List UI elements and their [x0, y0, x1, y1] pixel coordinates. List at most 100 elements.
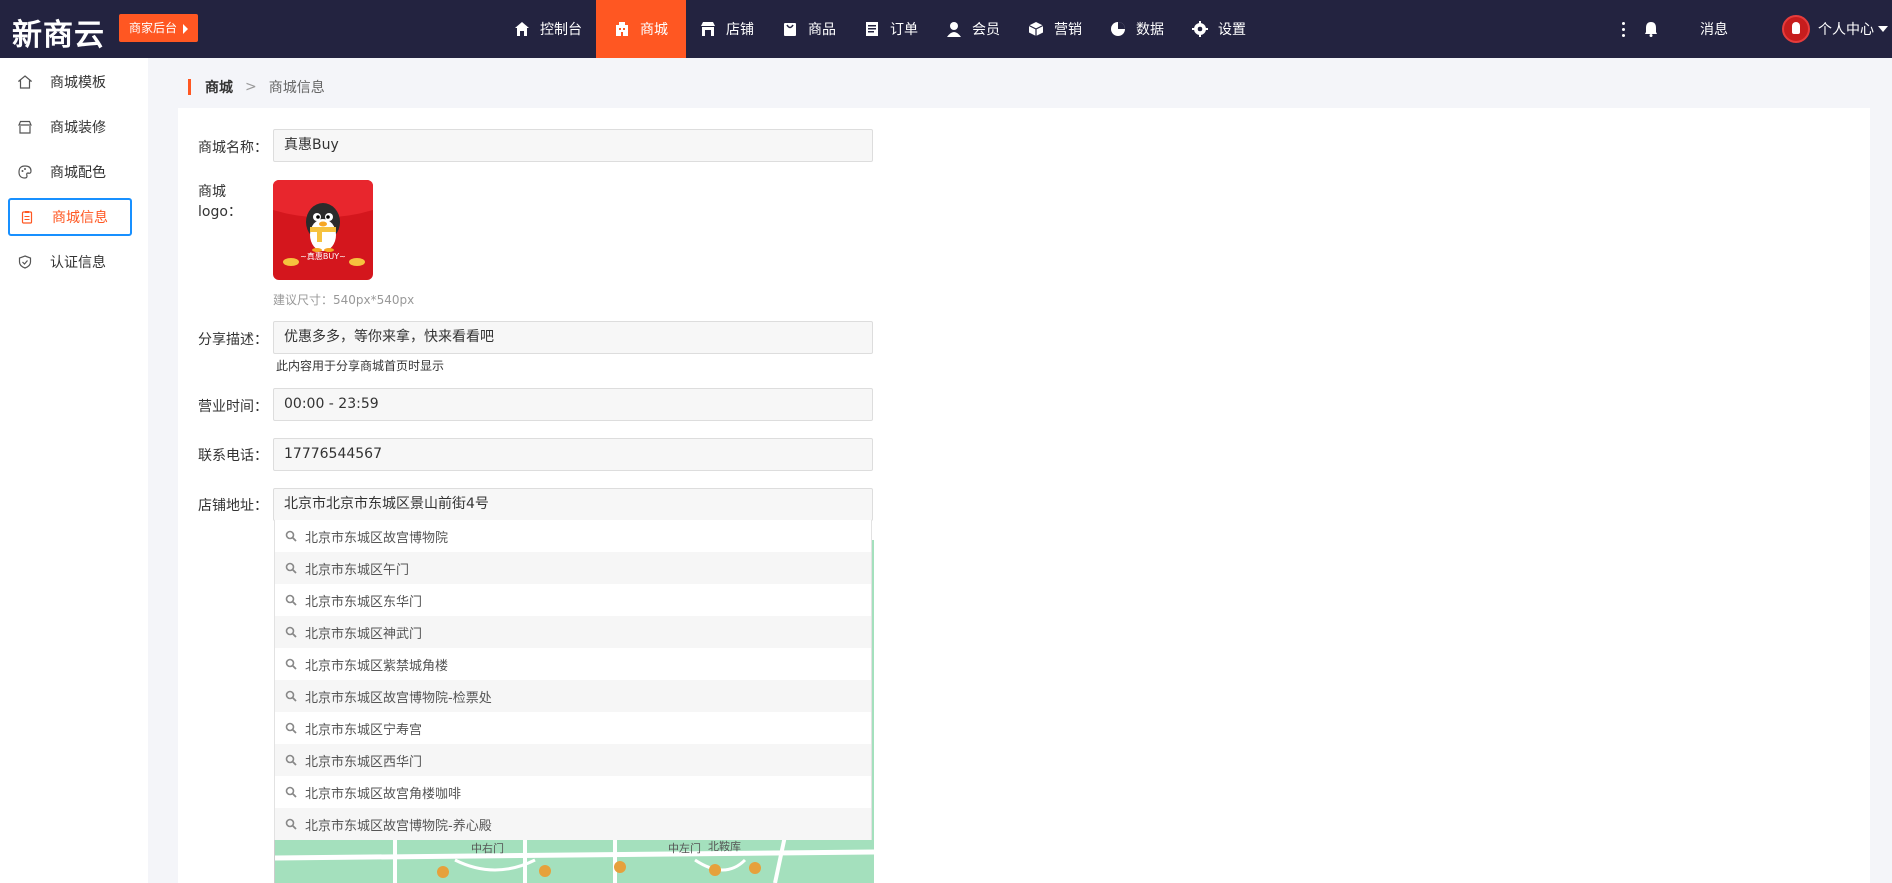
map-label: 中左门	[668, 841, 701, 855]
business-hours-label: 营业时间：	[198, 399, 268, 415]
nav-item-dashboard[interactable]: 控制台	[500, 0, 596, 58]
suggestion-item[interactable]: 北京市东城区宁寿宫	[275, 712, 871, 744]
nav-item-data[interactable]: 数据	[1096, 0, 1178, 58]
user-icon	[947, 22, 961, 37]
suggestion-item[interactable]: 北京市东城区故宫角楼咖啡	[275, 776, 871, 808]
search-icon	[285, 754, 297, 766]
chevron-down-icon[interactable]	[1878, 26, 1888, 32]
store-icon	[701, 22, 715, 36]
sidebar: 商城模板 商城装修 商城配色 商城信息 认证信息	[0, 58, 148, 883]
cube-icon	[1028, 22, 1044, 36]
clipboard-icon	[21, 211, 33, 224]
pie-chart-icon	[1111, 22, 1125, 36]
palette-icon	[18, 165, 32, 179]
suggestion-text: 北京市东城区东华门	[305, 594, 423, 610]
top-navbar: 新商云 商家后台 控制台 商城 店铺 商品 订单 会员 营销 数据 设置 消息 …	[0, 0, 1892, 58]
suggestion-text: 北京市东城区午门	[305, 562, 410, 578]
suggestion-item[interactable]: 北京市东城区故宫博物院	[275, 520, 871, 552]
search-icon	[285, 786, 297, 798]
sidebar-item-mall-colors[interactable]: 商城配色	[8, 153, 132, 191]
messages-link[interactable]: 消息	[1700, 19, 1728, 39]
sidebar-item-label: 商城模板	[50, 75, 106, 91]
nav-label: 商品	[808, 22, 836, 38]
main-nav: 控制台 商城 店铺 商品 订单 会员 营销 数据 设置	[500, 0, 1260, 58]
shield-check-icon	[18, 255, 32, 269]
nav-label: 店铺	[726, 22, 754, 38]
sidebar-item-label: 商城信息	[52, 210, 108, 226]
penguin-logo-graphic: ~真惠BUY~	[273, 180, 373, 266]
address-suggestion-dropdown: 北京市东城区故宫博物院 北京市东城区午门 北京市东城区东华门 北京市东城区神武门…	[274, 520, 872, 840]
nav-label: 商城	[640, 22, 668, 38]
breadcrumb-root[interactable]: 商城	[205, 77, 233, 97]
nav-item-settings[interactable]: 设置	[1178, 0, 1260, 58]
user-center-link[interactable]: 个人中心	[1818, 19, 1874, 39]
bell-icon[interactable]	[1644, 21, 1658, 37]
nav-label: 数据	[1136, 22, 1164, 38]
gear-icon	[1192, 21, 1208, 37]
suggestion-text: 北京市东城区故宫博物院	[305, 530, 449, 546]
business-hours-input[interactable]: 00:00 - 23:59	[273, 388, 873, 421]
contact-phone-label: 联系电话：	[198, 448, 268, 464]
brand-logo[interactable]: 新商云	[12, 10, 105, 54]
home-icon	[515, 22, 529, 36]
share-description-hint: 此内容用于分享商城首页时显示	[276, 359, 445, 373]
nav-item-members[interactable]: 会员	[932, 0, 1014, 58]
nav-item-mall[interactable]: 商城	[596, 0, 686, 58]
shop-building-icon	[616, 22, 628, 36]
breadcrumb-marker	[188, 79, 191, 95]
more-vertical-icon[interactable]	[1622, 21, 1626, 37]
sidebar-item-label: 认证信息	[50, 255, 106, 271]
nav-item-marketing[interactable]: 营销	[1014, 0, 1096, 58]
suggestion-text: 北京市东城区神武门	[305, 626, 423, 642]
contact-phone-input[interactable]: 17776544567	[273, 438, 873, 471]
breadcrumb-current: 商城信息	[268, 80, 325, 96]
suggestion-text: 北京市东城区紫禁城角楼	[305, 658, 449, 674]
sidebar-item-mall-info[interactable]: 商城信息	[8, 198, 132, 236]
nav-label: 控制台	[540, 22, 582, 38]
suggestion-item[interactable]: 北京市东城区故宫博物院-养心殿	[275, 808, 871, 840]
search-icon	[285, 594, 297, 606]
breadcrumb-separator: >	[245, 79, 257, 95]
mall-logo-label: 商城logo：	[198, 184, 242, 220]
store-address-label: 店铺地址：	[198, 498, 268, 514]
suggestion-text: 北京市东城区故宫博物院-养心殿	[305, 818, 492, 834]
nav-item-orders[interactable]: 订单	[850, 0, 932, 58]
nav-label: 订单	[890, 22, 918, 38]
suggestion-item[interactable]: 北京市东城区东华门	[275, 584, 871, 616]
mall-name-label: 商城名称：	[198, 140, 268, 156]
nav-label: 会员	[972, 22, 1000, 38]
caret-right-icon	[183, 23, 189, 34]
logo-text: ~真惠BUY~	[300, 251, 346, 261]
sidebar-item-certification[interactable]: 认证信息	[8, 243, 132, 281]
share-description-input[interactable]: 优惠多多，等你来拿，快来看看吧	[273, 321, 873, 354]
nav-item-products[interactable]: 商品	[768, 0, 850, 58]
store-address-input[interactable]: 北京市北京市东城区景山前街4号	[273, 488, 873, 521]
suggestion-item[interactable]: 北京市东城区神武门	[275, 616, 871, 648]
logo-size-hint: 建议尺寸：540px*540px	[273, 293, 415, 307]
suggestion-text: 北京市东城区宁寿宫	[305, 722, 423, 738]
share-description-label: 分享描述：	[198, 332, 268, 348]
suggestion-item[interactable]: 北京市东城区西华门	[275, 744, 871, 776]
mall-name-input[interactable]: 真惠Buy	[273, 129, 873, 162]
shopping-bag-icon	[784, 23, 796, 36]
suggestion-item[interactable]: 北京市东城区午门	[275, 552, 871, 584]
avatar[interactable]	[1782, 15, 1810, 43]
search-icon	[285, 690, 297, 702]
top-right-tools: 消息 个人中心	[1622, 0, 1892, 58]
sidebar-item-mall-template[interactable]: 商城模板	[8, 63, 132, 101]
suggestion-item[interactable]: 北京市东城区故宫博物院-检票处	[275, 680, 871, 712]
suggestion-item[interactable]: 北京市东城区紫禁城角楼	[275, 648, 871, 680]
breadcrumb: 商城 > 商城信息	[188, 78, 325, 96]
suggestion-text: 北京市东城区故宫博物院-检票处	[305, 690, 492, 706]
search-icon	[285, 562, 297, 574]
map-label: 北鞍库	[708, 839, 741, 853]
home-outline-icon	[18, 75, 32, 89]
nav-item-store[interactable]: 店铺	[686, 0, 768, 58]
sidebar-item-mall-decoration[interactable]: 商城装修	[8, 108, 132, 146]
merchant-backend-button[interactable]: 商家后台	[119, 14, 199, 42]
search-icon	[285, 658, 297, 670]
mall-logo-image[interactable]: ~真惠BUY~	[273, 180, 373, 280]
suggestion-text: 北京市东城区西华门	[305, 754, 423, 770]
search-icon	[285, 722, 297, 734]
map-label: 中右门	[471, 841, 504, 855]
